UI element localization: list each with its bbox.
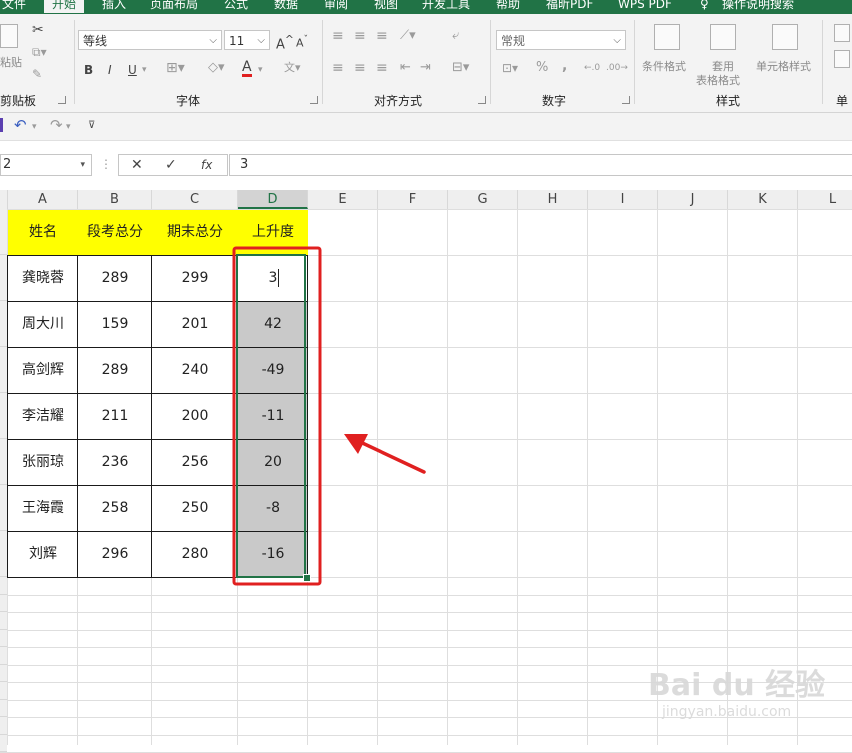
watermark-url: jingyan.baidu.com (662, 704, 792, 720)
highlight-box (232, 246, 322, 586)
baidu-watermark: Bai du 经验 jingyan.baidu.com (648, 660, 848, 730)
arrow-shaft (354, 438, 426, 474)
baidu-logo: Bai du 经验 (648, 668, 826, 703)
annotation-overlay (232, 246, 426, 586)
